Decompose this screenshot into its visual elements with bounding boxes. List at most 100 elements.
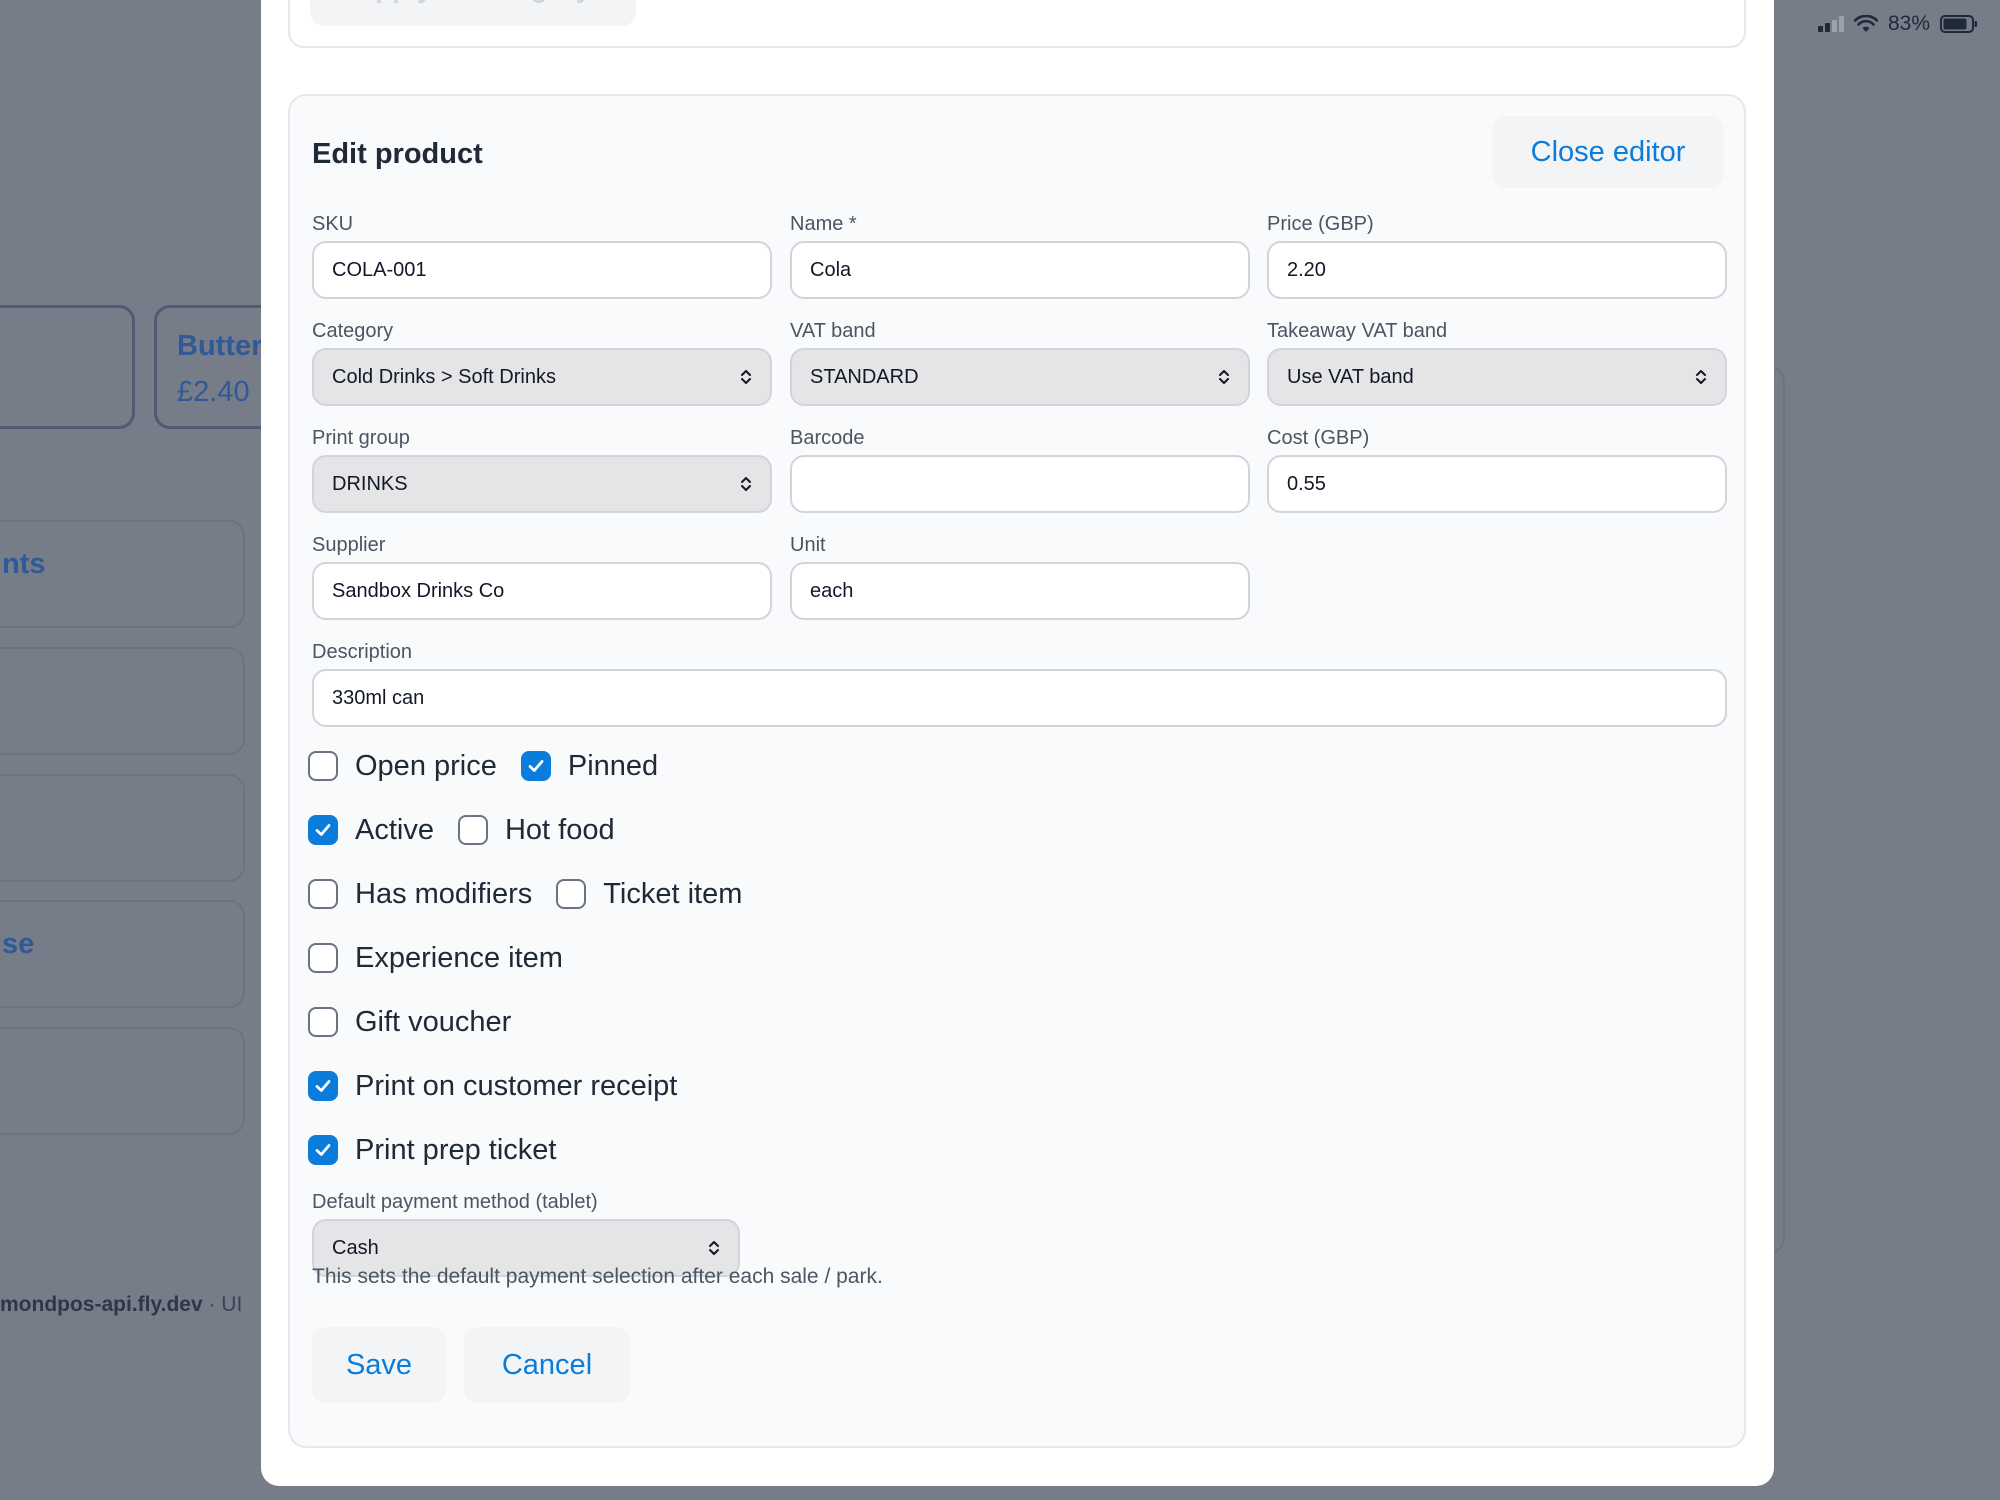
description-label: Description bbox=[312, 641, 413, 663]
save-button[interactable]: Save bbox=[312, 1327, 446, 1403]
chevron-updown-icon bbox=[1696, 370, 1706, 384]
checkbox-box[interactable] bbox=[308, 815, 338, 845]
price-input[interactable]: 2.20 bbox=[1267, 241, 1727, 299]
checkbox-row: Gift voucher bbox=[308, 1002, 535, 1042]
print-group-select[interactable]: DRINKS bbox=[312, 455, 772, 513]
supplier-field: Supplier Sandbox Drinks Co bbox=[312, 532, 772, 620]
close-editor-button[interactable]: Close editor bbox=[1492, 116, 1724, 188]
description-input[interactable]: 330ml can bbox=[312, 669, 1727, 727]
background-tile-name: Butter bbox=[177, 330, 263, 362]
category-field: Category Cold Drinks > Soft Drinks bbox=[312, 318, 772, 406]
chevron-updown-icon bbox=[709, 1241, 719, 1255]
checkbox-row: Has modifiers Ticket item bbox=[308, 874, 766, 914]
name-input[interactable]: Cola bbox=[790, 241, 1250, 299]
unit-input[interactable]: each bbox=[790, 562, 1250, 620]
background-tile-price: £2.40 bbox=[177, 376, 250, 408]
category-label: Category bbox=[312, 320, 394, 342]
checkbox-box[interactable] bbox=[308, 943, 338, 973]
cellular-signal-icon bbox=[1817, 16, 1844, 32]
open-price-checkbox[interactable]: Open price bbox=[308, 750, 497, 783]
takeaway-vat-select[interactable]: Use VAT band bbox=[1267, 348, 1727, 406]
modal-dialog: Apply to category Edit product Close edi… bbox=[261, 0, 1774, 1486]
ticket-item-label: Ticket item bbox=[603, 877, 743, 910]
checkbox-box[interactable] bbox=[520, 751, 551, 781]
gift-voucher-checkbox[interactable]: Gift voucher bbox=[308, 1006, 511, 1039]
vat-band-label: VAT band bbox=[790, 320, 876, 342]
hot-food-checkbox[interactable]: Hot food bbox=[457, 813, 615, 847]
payment-method-hint: This sets the default payment selection … bbox=[312, 1265, 883, 1288]
checkbox-row: Open price Pinned bbox=[308, 746, 682, 786]
background-card: se bbox=[0, 900, 245, 1008]
checkbox-row: Print on customer receipt bbox=[308, 1066, 701, 1106]
background-card bbox=[0, 647, 245, 755]
checkbox-box[interactable] bbox=[308, 879, 338, 909]
cost-label: Cost (GBP) bbox=[1267, 427, 1370, 449]
barcode-label: Barcode bbox=[790, 427, 865, 449]
category-actions-card: Apply to category bbox=[288, 0, 1746, 48]
cost-field: Cost (GBP) 0.55 bbox=[1267, 425, 1727, 513]
has-modifiers-checkbox[interactable]: Has modifiers bbox=[308, 878, 532, 911]
hot-food-label: Hot food bbox=[504, 813, 615, 846]
category-select[interactable]: Cold Drinks > Soft Drinks bbox=[312, 348, 772, 406]
battery-percentage: 83% bbox=[1887, 12, 1930, 35]
cost-input[interactable]: 0.55 bbox=[1267, 455, 1727, 513]
apply-to-category-button[interactable]: Apply to category bbox=[310, 0, 636, 26]
checkmark-icon bbox=[315, 1080, 331, 1092]
pinned-label: Pinned bbox=[567, 749, 659, 782]
sku-label: SKU bbox=[312, 213, 354, 235]
ticket-item-checkbox[interactable]: Ticket item bbox=[556, 878, 742, 911]
name-label: Name * bbox=[790, 213, 857, 235]
has-modifiers-label: Has modifiers bbox=[355, 877, 533, 910]
checkbox-box[interactable] bbox=[308, 751, 338, 781]
cancel-button[interactable]: Cancel bbox=[464, 1327, 630, 1403]
unit-label: Unit bbox=[790, 534, 826, 556]
unit-field: Unit each bbox=[790, 532, 1250, 620]
status-bar: 83% bbox=[1817, 12, 1978, 36]
checkbox-box[interactable] bbox=[308, 1007, 338, 1037]
background-tile bbox=[0, 305, 135, 429]
chevron-updown-icon bbox=[741, 477, 751, 491]
takeaway-vat-label: Takeaway VAT band bbox=[1267, 320, 1448, 342]
print-prep-checkbox[interactable]: Print prep ticket bbox=[308, 1134, 556, 1167]
vat-band-select[interactable]: STANDARD bbox=[790, 348, 1250, 406]
supplier-input[interactable]: Sandbox Drinks Co bbox=[312, 562, 772, 620]
active-label: Active bbox=[355, 813, 434, 846]
barcode-input[interactable] bbox=[790, 455, 1250, 513]
experience-item-checkbox[interactable]: Experience item bbox=[308, 942, 563, 975]
print-prep-label: Print prep ticket bbox=[355, 1133, 557, 1166]
print-group-field: Print group DRINKS bbox=[312, 425, 772, 513]
print-group-label: Print group bbox=[312, 427, 410, 449]
vat-band-field: VAT band STANDARD bbox=[790, 318, 1250, 406]
open-price-label: Open price bbox=[355, 749, 497, 782]
price-field: Price (GBP) 2.20 bbox=[1267, 211, 1727, 299]
background-card-text: nts bbox=[2, 548, 46, 580]
print-receipt-checkbox[interactable]: Print on customer receipt bbox=[308, 1070, 677, 1103]
editor-title: Edit product bbox=[312, 138, 483, 170]
background-card: nts bbox=[0, 520, 245, 628]
price-label: Price (GBP) bbox=[1267, 213, 1374, 235]
sku-field: SKU COLA-001 bbox=[312, 211, 772, 299]
chevron-updown-icon bbox=[1219, 370, 1229, 384]
print-group-select-value: DRINKS bbox=[332, 472, 408, 495]
vat-band-select-value: STANDARD bbox=[810, 365, 919, 388]
wifi-icon bbox=[1853, 15, 1878, 32]
background-card bbox=[0, 1027, 245, 1135]
checkbox-box[interactable] bbox=[308, 1071, 338, 1101]
sku-input[interactable]: COLA-001 bbox=[312, 241, 772, 299]
checkbox-box[interactable] bbox=[556, 879, 587, 909]
payment-method-field: Default payment method (tablet) Cash bbox=[312, 1189, 740, 1277]
checkbox-row: Print prep ticket bbox=[308, 1130, 580, 1170]
background-card bbox=[0, 774, 245, 882]
battery-icon bbox=[1940, 15, 1977, 33]
payment-method-select-value: Cash bbox=[332, 1236, 379, 1259]
takeaway-vat-field: Takeaway VAT band Use VAT band bbox=[1267, 318, 1727, 406]
checkbox-box[interactable] bbox=[308, 1135, 338, 1165]
checkmark-icon bbox=[528, 760, 544, 772]
background-card-text: se bbox=[2, 928, 35, 960]
checkbox-row: Active Hot food bbox=[308, 810, 639, 850]
checkbox-box[interactable] bbox=[457, 815, 488, 845]
barcode-field: Barcode bbox=[790, 425, 1250, 513]
experience-item-label: Experience item bbox=[355, 941, 563, 974]
active-checkbox[interactable]: Active bbox=[308, 814, 434, 847]
pinned-checkbox[interactable]: Pinned bbox=[520, 749, 659, 783]
